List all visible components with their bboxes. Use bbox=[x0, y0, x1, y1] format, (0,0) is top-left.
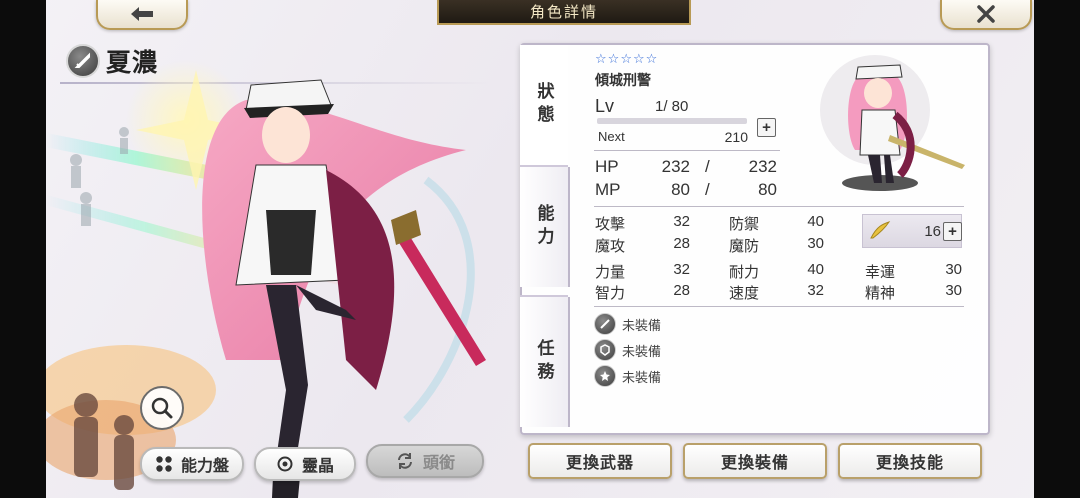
tab-ability[interactable]: 能力 bbox=[520, 167, 570, 287]
skill-points-value: 16 bbox=[924, 222, 941, 240]
next-value: 210 bbox=[724, 129, 748, 145]
character-title: 傾城刑警 bbox=[595, 72, 651, 88]
mp-max: 80 bbox=[758, 180, 777, 199]
stat-value-intellect: 28 bbox=[673, 282, 690, 299]
stat-label-defense: 防禦 bbox=[729, 216, 760, 233]
exp-bar bbox=[597, 118, 747, 124]
stat-label-intellect: 智力 bbox=[595, 285, 626, 302]
equip-slot-armor[interactable]: 未裝備 bbox=[594, 339, 661, 361]
equip-slot-accessory[interactable]: 未裝備 bbox=[594, 365, 661, 387]
ability-board-button[interactable]: 能力盤 bbox=[140, 447, 244, 481]
stat-value-magic-attack: 28 bbox=[673, 235, 690, 252]
refresh-icon bbox=[397, 453, 412, 469]
level-up-button[interactable]: + bbox=[757, 118, 776, 137]
tab-status[interactable]: 狀態 bbox=[520, 45, 568, 165]
star-icon: ☆ bbox=[645, 51, 658, 66]
stat-value-speed: 32 bbox=[807, 282, 824, 299]
star-icon: ☆ bbox=[620, 51, 632, 66]
close-icon bbox=[977, 5, 995, 23]
back-arrow-icon bbox=[131, 7, 153, 21]
divider bbox=[594, 150, 780, 151]
grid-dots-icon bbox=[156, 456, 172, 472]
magnifier-icon bbox=[151, 397, 173, 419]
hp-label: HP bbox=[595, 157, 619, 176]
equip-slot-weapon[interactable]: 未裝備 bbox=[594, 313, 661, 335]
star-icon: ☆ bbox=[595, 51, 607, 66]
spirit-crystal-button[interactable]: 靈晶 bbox=[254, 447, 356, 481]
accessory-icon bbox=[594, 365, 616, 387]
panel-tabs: 狀態 能力 任務 bbox=[520, 43, 570, 431]
stat-value-attack: 32 bbox=[673, 213, 690, 230]
equip-slot-label: 未裝備 bbox=[622, 369, 662, 385]
stat-value-stamina: 40 bbox=[807, 261, 824, 278]
mp-separator: / bbox=[705, 180, 710, 199]
sword-icon bbox=[66, 44, 100, 78]
skill-points-add-button[interactable]: + bbox=[943, 222, 962, 241]
wing-icon bbox=[870, 221, 891, 239]
rarity-stars: ☆ ☆ ☆ ☆ ☆ bbox=[595, 51, 657, 67]
level-label: Lv bbox=[595, 96, 615, 116]
title-button[interactable]: 頭銜 bbox=[366, 444, 484, 478]
right-bezel bbox=[1034, 0, 1080, 498]
stat-label-attack: 攻擊 bbox=[595, 216, 626, 233]
star-icon: ☆ bbox=[632, 51, 645, 66]
divider bbox=[594, 206, 964, 207]
stat-label-spirit: 精神 bbox=[865, 285, 896, 302]
back-button[interactable] bbox=[96, 0, 188, 30]
character-name-block: 夏濃 bbox=[66, 43, 158, 79]
next-label: Next bbox=[598, 129, 625, 144]
divider bbox=[594, 306, 964, 307]
level-value: 1/ 80 bbox=[655, 98, 689, 115]
stat-value-luck: 30 bbox=[945, 261, 962, 278]
page-title: 角色詳情 bbox=[437, 0, 691, 25]
spirit-crystal-label: 靈晶 bbox=[301, 456, 334, 475]
stat-label-strength: 力量 bbox=[595, 264, 626, 281]
hp-max: 232 bbox=[748, 157, 777, 176]
close-button[interactable] bbox=[940, 0, 1032, 30]
gear-icon bbox=[277, 456, 293, 472]
armor-icon bbox=[594, 339, 616, 361]
hp-current: 232 bbox=[661, 157, 690, 176]
tab-quest[interactable]: 任務 bbox=[520, 297, 570, 427]
zoom-button[interactable] bbox=[140, 386, 184, 430]
ability-board-label: 能力盤 bbox=[180, 456, 229, 475]
sword-icon bbox=[594, 313, 616, 335]
star-icon: ☆ bbox=[607, 51, 620, 66]
change-skill-button[interactable]: 更換技能 bbox=[838, 443, 982, 479]
stat-value-magic-defense: 30 bbox=[807, 235, 824, 252]
title-button-label: 頭銜 bbox=[422, 453, 455, 472]
name-underline bbox=[60, 82, 490, 84]
stat-value-strength: 32 bbox=[673, 261, 690, 278]
left-bezel bbox=[0, 0, 46, 498]
change-equipment-button[interactable]: 更換裝備 bbox=[683, 443, 827, 479]
change-weapon-button[interactable]: 更換武器 bbox=[528, 443, 672, 479]
chibi-portrait bbox=[820, 55, 965, 191]
stat-label-speed: 速度 bbox=[729, 285, 760, 302]
stat-label-stamina: 耐力 bbox=[729, 264, 760, 281]
mp-current: 80 bbox=[671, 180, 690, 199]
equip-slot-label: 未裝備 bbox=[622, 343, 662, 359]
stat-label-luck: 幸運 bbox=[865, 264, 896, 281]
mp-label: MP bbox=[595, 180, 621, 199]
equip-slot-label: 未裝備 bbox=[622, 317, 662, 333]
stat-value-spirit: 30 bbox=[945, 282, 962, 299]
hp-separator: / bbox=[705, 157, 710, 176]
stat-label-magic-defense: 魔防 bbox=[729, 238, 760, 255]
stat-value-defense: 40 bbox=[807, 213, 824, 230]
character-artwork bbox=[46, 60, 486, 498]
stat-label-magic-attack: 魔攻 bbox=[595, 238, 626, 255]
character-name: 夏濃 bbox=[106, 48, 159, 77]
